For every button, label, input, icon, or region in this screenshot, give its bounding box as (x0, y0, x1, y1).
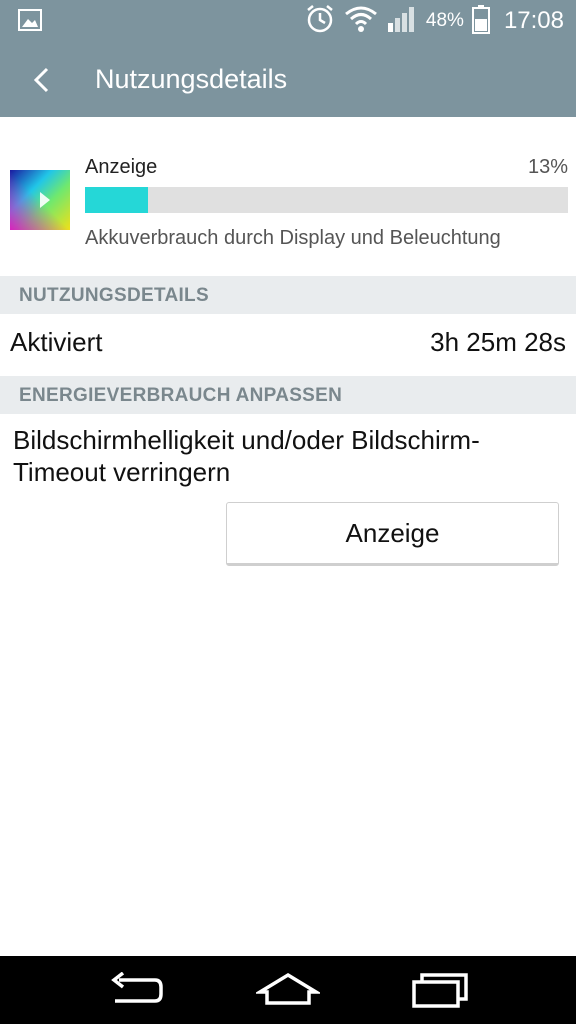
image-icon (18, 9, 42, 31)
navigation-bar (0, 956, 576, 1024)
home-icon[interactable] (253, 968, 323, 1012)
wifi-icon (344, 5, 378, 38)
back-icon[interactable] (100, 968, 170, 1012)
back-chevron-icon[interactable] (22, 60, 62, 100)
page-title: Nutzungsdetails (95, 64, 288, 94)
section-header-usage-details: NUTZUNGSDETAILS (0, 276, 576, 314)
clock: 17:08 (503, 7, 564, 34)
app-bar: Nutzungsdetails (0, 42, 576, 117)
activated-label: Aktiviert (10, 327, 103, 357)
usage-percent: 13% (527, 156, 568, 178)
section-header-label: NUTZUNGSDETAILS (19, 285, 209, 306)
section-header-adjust: ENERGIEVERBRAUCH ANPASSEN (0, 376, 576, 414)
alarm-icon (304, 3, 336, 40)
section-header-label: ENERGIEVERBRAUCH ANPASSEN (19, 385, 343, 406)
usage-progress-bar (85, 187, 568, 213)
battery-icon (471, 4, 490, 39)
advice-text: Bildschirmhelligkeit und/oder Bildschirm… (13, 425, 480, 487)
usage-progress-fill (85, 187, 148, 213)
display-settings-button[interactable]: Anzeige (226, 502, 559, 566)
recent-apps-icon[interactable] (405, 968, 475, 1012)
display-app-icon (10, 170, 70, 230)
activated-value: 3h 25m 28s (430, 327, 566, 357)
usage-card: Anzeige 13% Akkuverbrauch durch Display … (0, 117, 576, 275)
activated-row: Aktiviert 3h 25m 28s (0, 314, 576, 376)
usage-name: Anzeige (85, 156, 158, 178)
usage-description: Akkuverbrauch durch Display und Beleucht… (85, 227, 501, 249)
battery-percent: 48% (425, 10, 464, 31)
signal-icon (386, 5, 418, 38)
status-bar: 48% 17:08 (0, 0, 576, 42)
